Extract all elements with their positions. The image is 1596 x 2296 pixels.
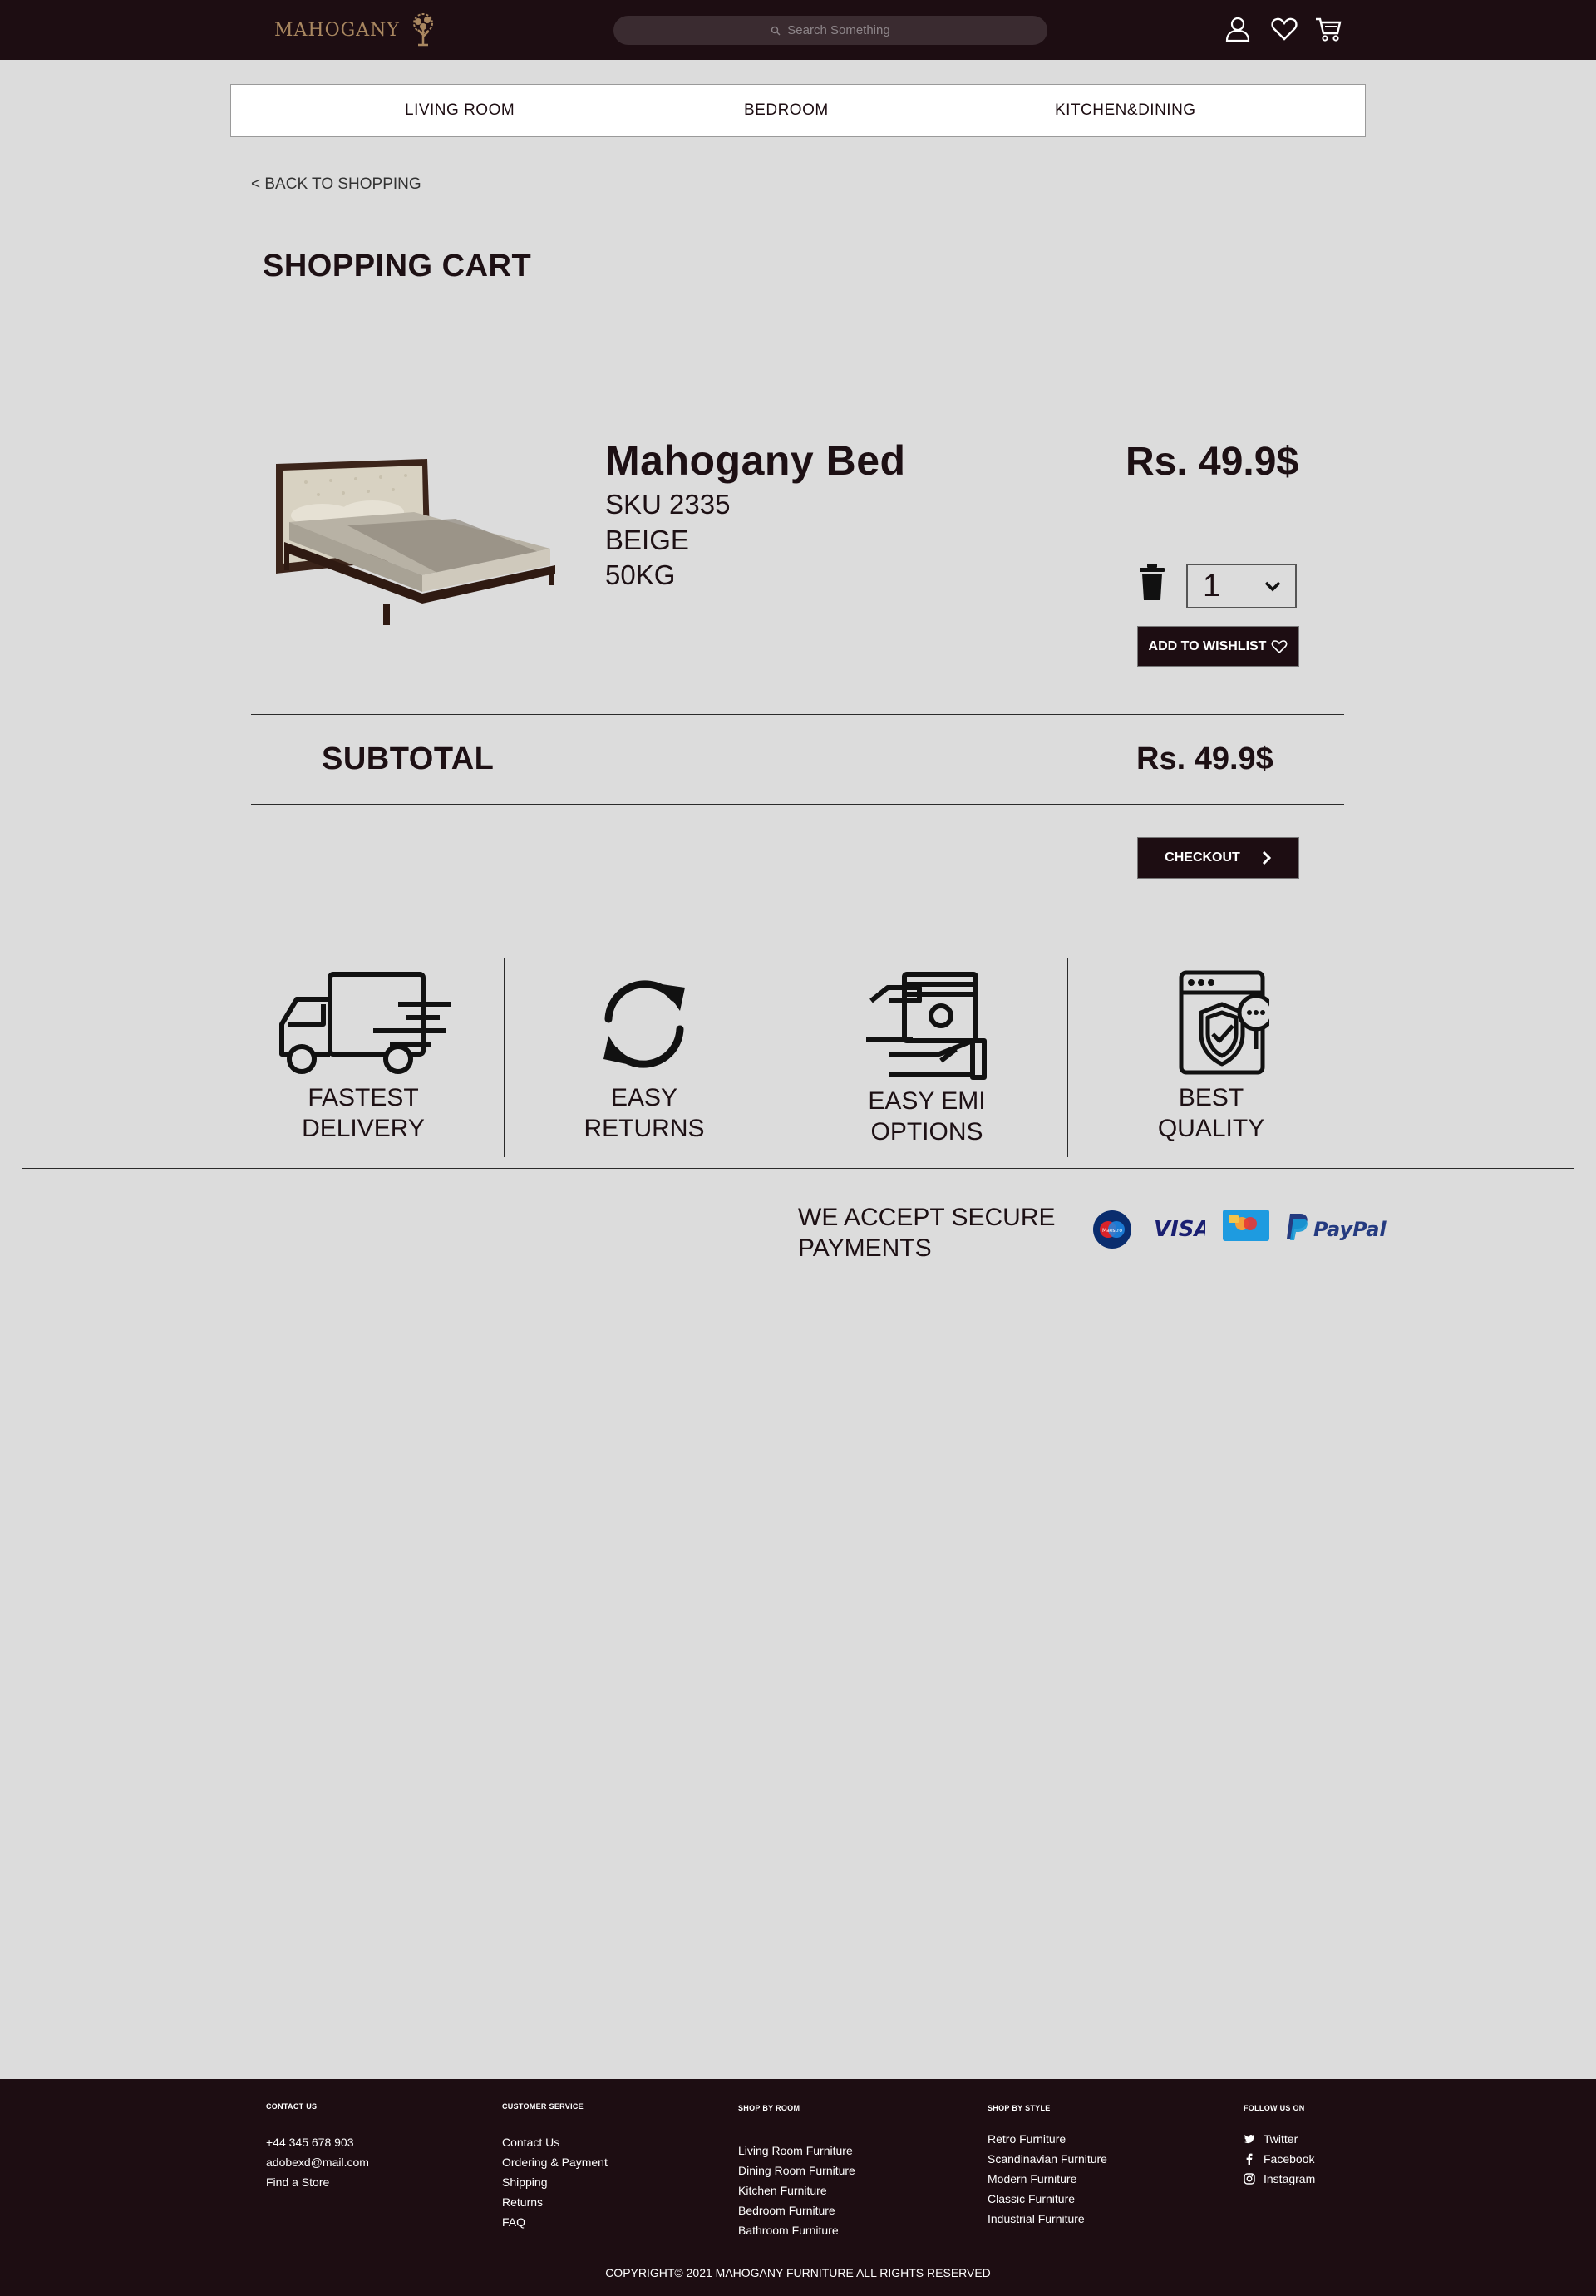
wishlist-button-label: ADD TO WISHLIST [1148,638,1267,653]
footer-link[interactable]: Ordering & Payment [502,2152,608,2172]
social-label: Twitter [1264,2132,1298,2146]
product-color: BEIGE [605,525,689,555]
visa-icon: VISA [1154,1217,1205,1240]
social-facebook-link[interactable]: Facebook [1244,2149,1315,2169]
subtotal-label: SUBTOTAL [322,742,495,776]
secure-payments-text: WE ACCEPT SECURE PAYMENTS [798,1204,1056,1262]
social-instagram-link[interactable]: Instagram [1244,2169,1315,2189]
social-twitter-link[interactable]: Twitter [1244,2129,1315,2149]
maestro-text: Maestro [1102,1228,1122,1234]
footer-heading: SHOP BY STYLE [988,2104,1051,2112]
quality-shield-icon [1179,970,1269,1075]
footer-heading: CUSTOMER SERVICE [502,2102,584,2111]
footer-shop-by-room: SHOP BY ROOM Living Room Furniture Dinin… [738,2104,855,2240]
footer-find-store[interactable]: Find a Store [266,2172,369,2192]
footer-link[interactable]: Bathroom Furniture [738,2220,855,2240]
footer-link[interactable]: Scandinavian Furniture [988,2149,1107,2169]
instagram-icon [1244,2173,1255,2185]
paypal-text: PayPal [1313,1218,1387,1241]
subtotal-value: Rs. 49.9$ [1136,742,1273,776]
twitter-icon [1244,2135,1254,2144]
trash-icon[interactable] [1135,562,1169,602]
footer-link[interactable]: Modern Furniture [988,2169,1107,2189]
social-label: Instagram [1264,2172,1316,2185]
copyright-text: COPYRIGHT© 2021 MAHOGANY FURNITURE ALL R… [605,2266,991,2279]
add-to-wishlist-button[interactable]: ADD TO WISHLIST [1137,626,1299,667]
logo-text: MAHOGANY [274,19,400,41]
feature-fastest-delivery: FASTEST DELIVERY [258,969,469,1144]
search-input[interactable]: Search Something [613,16,1047,45]
footer-link[interactable]: Dining Room Furniture [738,2161,855,2180]
divider [22,1168,1574,1169]
footer-link[interactable]: Contact Us [502,2132,608,2152]
page-title: SHOPPING CART [263,249,532,283]
brand-logo[interactable]: MAHOGANY [274,8,440,52]
chevron-right-icon [1262,850,1271,865]
footer-heading: FOLLOW US ON [1244,2104,1305,2112]
divider [251,714,1344,715]
footer-customer-service: CUSTOMER SERVICE Contact Us Ordering & P… [502,2102,608,2232]
footer-link[interactable]: Industrial Furniture [988,2209,1107,2229]
cart-icon[interactable] [1313,13,1343,45]
feature-label: EASY EMI OPTIONS [868,1087,986,1146]
nav-item-living-room[interactable]: LIVING ROOM [405,101,515,120]
footer-email[interactable]: adobexd@mail.com [266,2152,369,2172]
returns-icon [603,980,685,1068]
nav-item-kitchen-dining[interactable]: KITCHEN&DINING [1055,101,1196,120]
nav-item-bedroom[interactable]: BEDROOM [744,101,829,120]
quantity-select[interactable]: 1 [1186,564,1297,608]
footer-link[interactable]: Kitchen Furniture [738,2180,855,2200]
footer-link[interactable]: Returns [502,2192,608,2212]
footer-link[interactable]: FAQ [502,2212,608,2232]
footer-link[interactable]: Shipping [502,2172,608,2192]
feature-label: FASTEST DELIVERY [302,1084,425,1142]
divider [1067,958,1068,1157]
footer-heading: CONTACT US [266,2102,318,2111]
back-to-shopping-link[interactable]: < BACK TO SHOPPING [251,175,421,194]
footer-follow: FOLLOW US ON Twitter Facebook Instagram [1244,2104,1315,2189]
heart-icon [1272,639,1288,653]
checkout-button-label: CHECKOUT [1165,850,1240,865]
feature-label: BEST QUALITY [1157,1084,1265,1142]
footer-contact: CONTACT US +44 345 678 903 adobexd@mail.… [266,2102,369,2192]
tree-logo-icon [412,13,433,47]
facebook-icon [1246,2153,1253,2165]
footer-heading: SHOP BY ROOM [738,2104,800,2112]
product-sku: SKU 2335 [605,489,731,520]
checkout-button[interactable]: CHECKOUT [1137,837,1299,879]
emi-cash-icon [866,972,987,1080]
top-header: MAHOGANY Search Something [0,0,1596,60]
footer-link[interactable]: Classic Furniture [988,2189,1107,2209]
feature-easy-emi: EASY EMI OPTIONS [821,969,1032,1147]
delivery-truck-icon [279,972,451,1074]
chevron-down-icon [1264,581,1281,592]
footer-shop-by-style: SHOP BY STYLE Retro Furniture Scandinavi… [988,2104,1107,2229]
quantity-value: 1 [1203,568,1221,604]
category-nav: LIVING ROOM BEDROOM KITCHEN&DINING [230,84,1366,137]
divider [251,804,1344,805]
feature-label: EASY RETURNS [584,1084,705,1142]
divider [504,958,505,1157]
visa-text: VISA [1154,1217,1205,1240]
product-price: Rs. 49.9$ [1126,440,1299,484]
paypal-icon: PayPal [1287,1214,1387,1241]
search-icon [771,26,781,35]
account-icon[interactable] [1223,13,1253,45]
maestro-icon: Maestro [1093,1210,1131,1249]
social-label: Facebook [1264,2152,1315,2165]
mastercard-icon [1223,1210,1269,1241]
product-image-bed[interactable] [273,449,557,628]
footer-phone[interactable]: +44 345 678 903 [266,2132,369,2152]
site-footer: CONTACT US +44 345 678 903 adobexd@mail.… [0,2079,1596,2296]
feature-best-quality: BEST QUALITY [1106,969,1317,1144]
footer-link[interactable]: Bedroom Furniture [738,2200,855,2220]
wishlist-heart-icon[interactable] [1269,13,1299,45]
product-weight: 50KG [605,559,676,590]
search-placeholder: Search Something [787,23,890,37]
feature-easy-returns: EASY RETURNS [539,969,750,1144]
product-name[interactable]: Mahogany Bed [605,436,906,485]
footer-link[interactable]: Living Room Furniture [738,2141,855,2161]
footer-link[interactable]: Retro Furniture [988,2129,1107,2149]
